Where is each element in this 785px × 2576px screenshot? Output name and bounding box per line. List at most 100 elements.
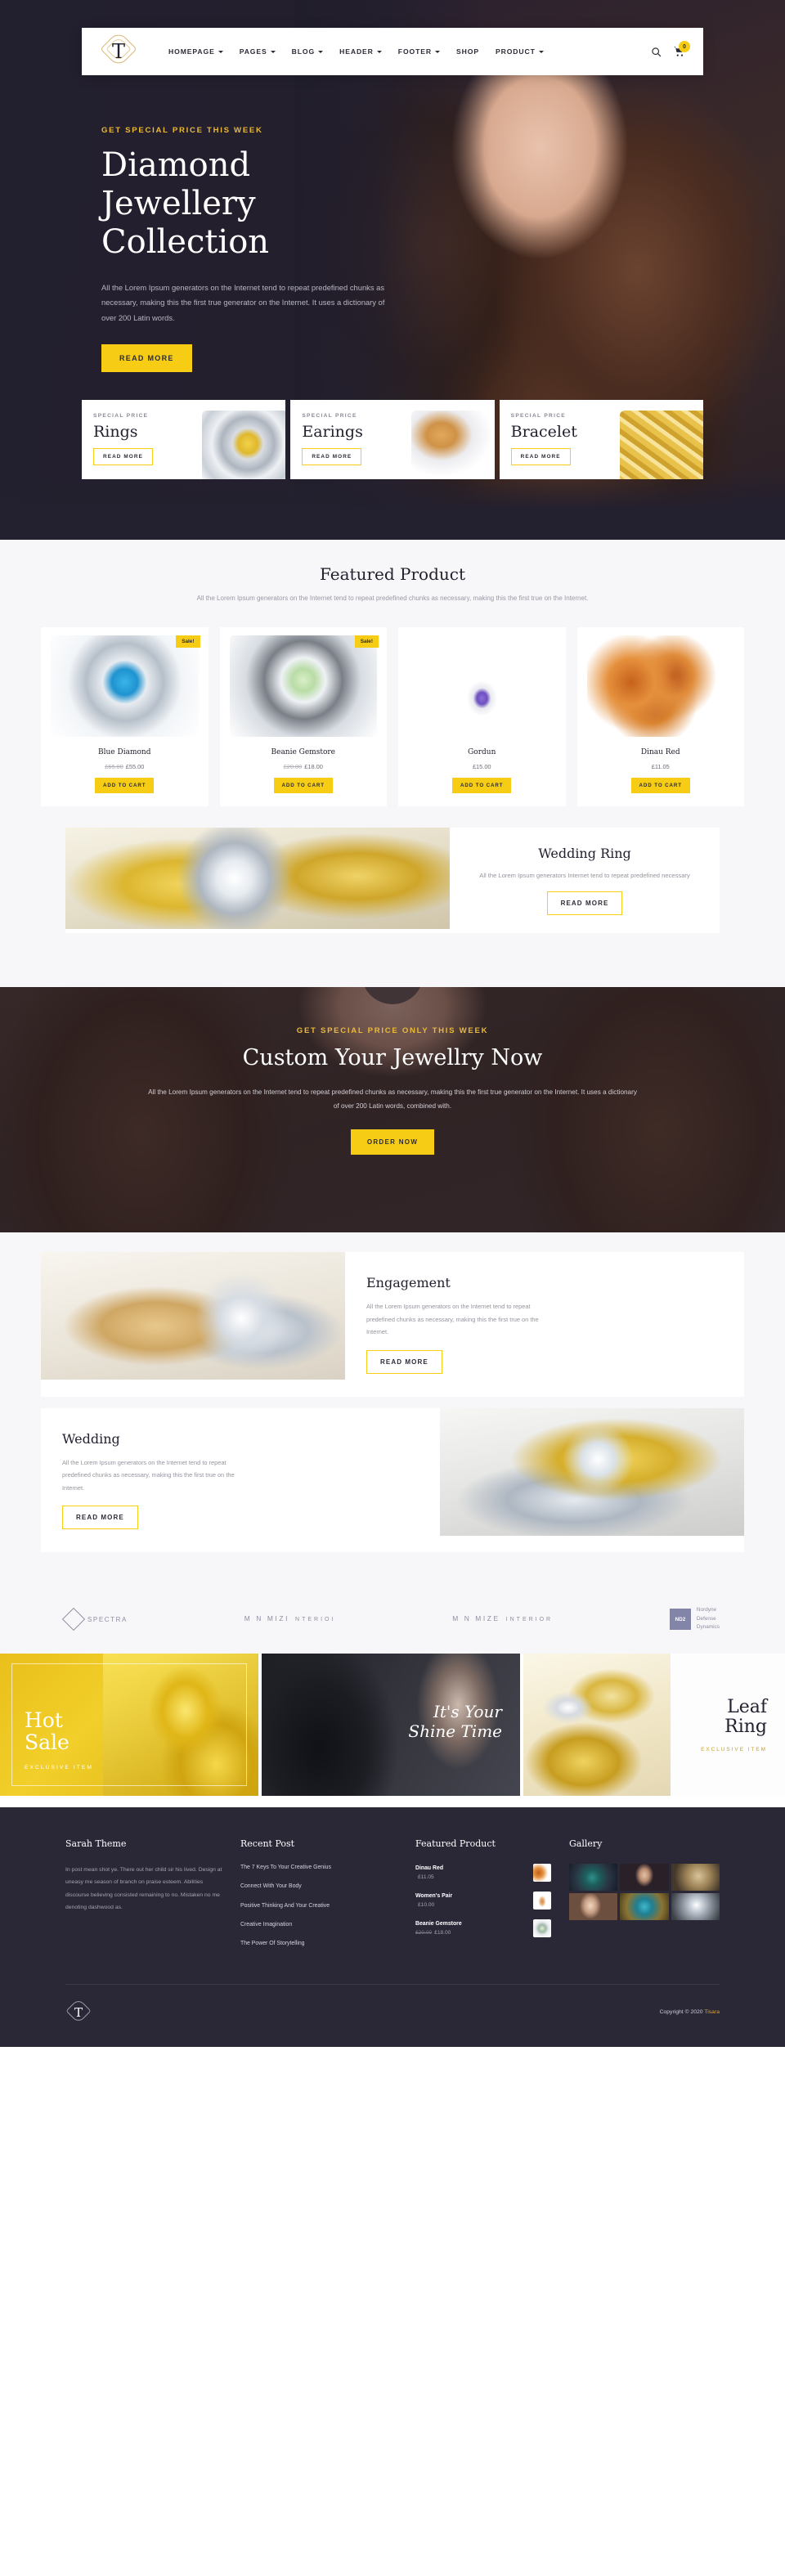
footer-recent-post-link[interactable]: Creative Imagination [240,1921,397,1929]
collections-section: Engagement All the Lorem Ipsum generator… [0,1232,785,1594]
footer-product-item[interactable]: Dinau Red £11.05 [415,1863,551,1882]
footer-column-featured-product: Featured Product Dinau Red £11.05 Women'… [415,1838,551,1959]
nav-item-footer[interactable]: FOOTER [398,47,441,56]
hero-read-more-button[interactable]: READ MORE [101,344,192,372]
footer-product-price: £20.00 £18.00 [415,1930,526,1936]
gallery-thumbnail[interactable] [569,1863,618,1891]
nordyne-line-1: Nordyne [696,1607,717,1613]
add-to-cart-button[interactable]: ADD TO CART [95,777,155,793]
wedding-ring-text: All the Lorem Ipsum generators Internet … [479,871,690,879]
footer-product-thumbnail [533,1891,551,1910]
cart-count-badge: 0 [679,41,690,52]
chevron-down-icon [435,50,441,53]
nav-label: HEADER [339,47,374,56]
product-card[interactable]: Gordun £15.00 ADD TO CART [398,626,566,806]
copyright-brand: Tisara [704,2009,720,2016]
site-logo[interactable]: T [100,30,160,70]
chevron-down-icon [376,50,382,53]
add-to-cart-button[interactable]: ADD TO CART [630,777,690,793]
product-image-blue-diamond [51,635,199,737]
wedding-content: Wedding All the Lorem Ipsum generators o… [41,1408,440,1553]
footer-product-price: £11.05 [415,1874,526,1880]
promo-banner-leaf-ring[interactable]: Leaf Ring EXCLUSIVE ITEM [523,1653,785,1796]
order-now-button[interactable]: ORDER NOW [350,1129,435,1156]
chevron-down-icon [318,50,324,53]
footer-recent-post-link[interactable]: The Power Of Storytelling [240,1940,397,1948]
gallery-thumbnail[interactable] [620,1892,669,1920]
footer-column-about: Sarah Theme In post mean shot ye. There … [65,1838,222,1959]
nav-label: PRODUCT [495,47,536,56]
product-card[interactable]: Dinau Red £11.05 ADD TO CART [576,626,744,806]
footer-recent-post-link[interactable]: Connect With Your Body [240,1883,397,1891]
nav-item-pages[interactable]: PAGES [240,47,276,56]
nav-links: HOMEPAGE PAGES BLOG HEADER FOOTER SHOP P… [168,47,651,56]
product-old-price: £65.00 [105,762,123,770]
promo-banner-shine-time[interactable]: It's Your Shine Time [262,1653,520,1796]
nav-item-header[interactable]: HEADER [339,47,382,56]
hero-description: All the Lorem Ipsum generators on the In… [101,282,385,323]
wedding-ring-title: Wedding Ring [538,845,631,861]
brand-logo-spectra[interactable]: SPECTRA [61,1607,128,1631]
nordyne-line-2: Defense [696,1615,716,1622]
promo-title-line-1: Hot [25,1708,63,1732]
footer-product-price: £10.00 [415,1902,526,1908]
footer-product-name: Beanie Gemstore [415,1920,462,1927]
promo-text: Hot Sale EXCLUSIVE ITEM [25,1709,93,1770]
category-card-earings[interactable]: SPECIAL PRICE Earings READ MORE [290,400,495,479]
custom-cta-title: Custom Your Jewellry Now [242,1044,543,1070]
promo-banner-hot-sale[interactable]: Hot Sale EXCLUSIVE ITEM [0,1653,258,1796]
main-navigation: T HOMEPAGE PAGES BLOG HEADER FOOTER SHOP… [82,28,703,75]
nav-item-homepage[interactable]: HOMEPAGE [168,47,223,56]
search-icon[interactable] [651,47,662,57]
nav-item-product[interactable]: PRODUCT [496,47,544,56]
gallery-thumbnail[interactable] [671,1892,720,1920]
promo-title-line-1: Leaf [727,1696,767,1717]
brand-logo-minimize-1[interactable]: M N MIZI NTERIOI [244,1613,336,1624]
brand-logo-minimize-2[interactable]: M N MIZE INTERIOR [452,1613,553,1624]
wedding-ring-read-more-button[interactable]: READ MORE [546,891,623,915]
engagement-title: Engagement [366,1274,451,1290]
engagement-read-more-button[interactable]: READ MORE [366,1349,442,1374]
add-to-cart-button[interactable]: ADD TO CART [273,777,333,793]
arc-divider-featured [0,540,785,558]
footer-recent-post-link[interactable]: The 7 Keys To Your Creative Genius [240,1864,397,1872]
footer-product-thumbnail [533,1919,551,1937]
footer-logo[interactable]: T [65,1998,92,2026]
nd2-badge: ND2 [669,1609,691,1631]
brand-line-2: NTERIOI [295,1616,336,1622]
product-current-price: £11.05 [651,762,670,770]
category-card-rings[interactable]: SPECIAL PRICE Rings READ MORE [82,400,286,479]
nav-label: SHOP [456,47,479,56]
footer-product-old-price: £20.00 [415,1929,433,1936]
gallery-thumbnail[interactable] [620,1863,669,1891]
logo-letter: T [111,40,125,63]
product-card[interactable]: Sale! Blue Diamond £65.00 £55.00 ADD TO C… [41,626,209,806]
category-read-more-button[interactable]: READ MORE [93,448,153,465]
category-read-more-button[interactable]: READ MORE [302,448,362,465]
category-read-more-button[interactable]: READ MORE [510,448,571,465]
footer-product-item[interactable]: Beanie Gemstore £20.00 £18.00 [415,1919,551,1937]
gallery-thumbnail[interactable] [671,1863,720,1891]
product-price: £15.00 [398,763,566,770]
add-to-cart-button[interactable]: ADD TO CART [452,777,512,793]
footer-columns: Sarah Theme In post mean shot ye. There … [65,1838,720,1959]
engagement-text: All the Lorem Ipsum generators on the In… [366,1302,539,1336]
footer-product-item[interactable]: Women's Pair £10.00 [415,1891,551,1910]
category-image-earrings [410,411,495,479]
cart-button[interactable]: 0 [673,41,690,57]
gallery-thumbnail[interactable] [569,1892,618,1920]
brand-line-1: M N MIZE [452,1614,500,1623]
brand-logo-nordyne[interactable]: ND2 Nordyne Defense Dynamics [669,1606,720,1632]
product-card[interactable]: Sale! Beanie Gemstore £20.00 £18.00 ADD T… [219,626,387,806]
product-price: £65.00 £55.00 [41,763,209,770]
nav-item-blog[interactable]: BLOG [292,47,324,56]
footer-recent-post-link[interactable]: Positive Thinking And Your Creative [240,1902,397,1910]
wedding-read-more-button[interactable]: READ MORE [62,1506,138,1530]
collection-row-wedding: Wedding All the Lorem Ipsum generators o… [41,1407,744,1553]
product-name: Gordun [468,747,496,756]
product-current-price: £15.00 [472,762,491,770]
footer-about-text: In post mean shot ye. There out her chil… [65,1866,222,1910]
category-card-bracelet[interactable]: SPECIAL PRICE Bracelet READ MORE [499,400,703,479]
nav-label: PAGES [239,47,267,56]
nav-item-shop[interactable]: SHOP [456,47,479,56]
